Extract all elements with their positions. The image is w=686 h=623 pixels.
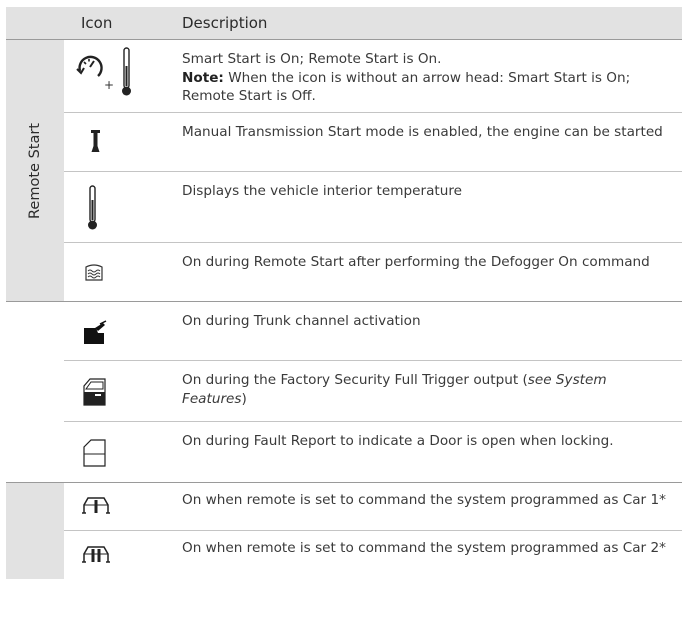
row-description: On when remote is set to command the sys… — [182, 492, 666, 508]
table-row: On during Fault Report to indicate a Doo… — [64, 422, 682, 482]
table-row: On during the Factory Security Full Trig… — [64, 361, 682, 422]
smart-start-plus-thermometer-icon: + — [74, 40, 174, 112]
header-icon-column: Icon — [81, 14, 113, 32]
car-2-icon — [74, 531, 174, 579]
table-row: Manual Transmission Start mode is enable… — [64, 113, 682, 172]
section-side-label-cell — [6, 483, 64, 579]
section-trunk-door: On during Trunk channel activation On du… — [6, 302, 682, 483]
door-open-icon — [74, 422, 174, 482]
table-row: Displays the vehicle interior temperatur… — [64, 172, 682, 243]
row-description: On during Fault Report to indicate a Doo… — [182, 433, 614, 449]
row-description: On during Trunk channel activation — [182, 313, 421, 329]
trunk-open-icon — [74, 302, 174, 360]
table-row: On during Remote Start after performing … — [64, 243, 682, 301]
icon-table: Icon Description Remote Start + Smart St… — [6, 7, 682, 579]
row-description: Manual Transmission Start mode is enable… — [182, 124, 663, 140]
table-header: Icon Description — [6, 7, 682, 40]
defogger-icon — [74, 243, 174, 301]
header-description-column: Description — [182, 14, 268, 32]
section-side-label-cell — [6, 302, 64, 482]
plus-sign: + — [104, 78, 115, 92]
row-description: Displays the vehicle interior temperatur… — [182, 183, 462, 199]
table-row: + Smart Start is On; Remote Start is On.… — [64, 40, 682, 113]
manual-transmission-icon — [74, 113, 174, 171]
section-car-select: On when remote is set to command the sys… — [6, 483, 682, 579]
row-description: Smart Start is On; Remote Start is On. N… — [182, 51, 631, 104]
car-1-icon — [74, 483, 174, 530]
row-description: On during the Factory Security Full Trig… — [182, 372, 607, 407]
note-label: Note: — [182, 69, 224, 86]
section-side-label-cell: Remote Start — [6, 40, 64, 301]
row-description: On when remote is set to command the sys… — [182, 540, 666, 556]
section-label-remote-start: Remote Start — [27, 122, 43, 219]
section-remote-start: Remote Start + Smart Start is On; Remote… — [6, 40, 682, 302]
table-row: On during Trunk channel activation — [64, 302, 682, 361]
table-row: On when remote is set to command the sys… — [64, 483, 682, 531]
table-row: On when remote is set to command the sys… — [64, 531, 682, 579]
door-full-trigger-icon — [74, 361, 174, 421]
thermometer-icon — [74, 172, 174, 242]
row-description: On during Remote Start after performing … — [182, 254, 650, 270]
